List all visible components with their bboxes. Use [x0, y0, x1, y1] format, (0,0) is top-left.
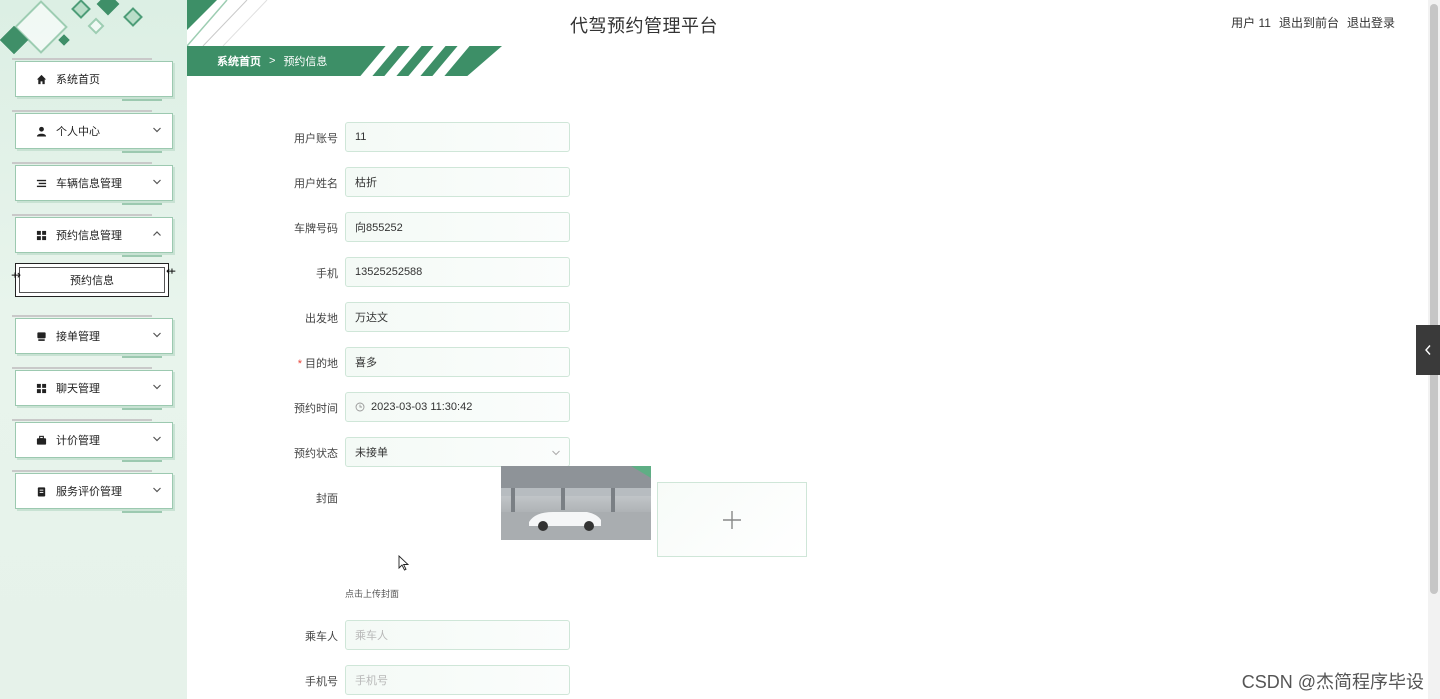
form-row-phone: 手机 13525252588: [187, 257, 787, 287]
sidebar-item-pricing[interactable]: 计价管理: [12, 419, 173, 462]
decor-square: [87, 17, 105, 35]
breadcrumb-current: 预约信息: [283, 56, 328, 68]
passenger-label: 乘车人: [305, 631, 338, 643]
form-row-account: 用户账号 11: [187, 122, 787, 152]
list-icon: [35, 177, 47, 189]
destination-label: * 目的地: [297, 358, 338, 370]
upload-cover-button[interactable]: [657, 482, 807, 557]
grid-icon: [35, 382, 47, 394]
phone-field[interactable]: 13525252588: [345, 257, 570, 287]
front-link[interactable]: 退出到前台: [1279, 14, 1339, 31]
mouse-cursor-icon: [398, 555, 410, 571]
name-field[interactable]: 枯折: [345, 167, 570, 197]
briefcase-icon: [35, 434, 47, 446]
status-select[interactable]: 未接单: [345, 437, 570, 467]
chevron-down-icon: [153, 127, 161, 133]
datetime-picker[interactable]: 2023-03-03 11:30:42: [345, 392, 570, 422]
upload-hint: 点击上传封面: [345, 589, 400, 599]
home-icon: [35, 73, 47, 85]
breadcrumb-separator: >: [269, 55, 276, 67]
chevron-down-icon: [153, 384, 161, 390]
sidebar-item-label: 车辆信息管理: [56, 178, 122, 190]
watermark: CSDN @杰简程序毕设: [1241, 672, 1424, 692]
sidebar-subitem-reservation-info[interactable]: ⇸ 预约信息 ⇷: [11, 263, 176, 297]
arrow-right-icon: ⇸: [11, 268, 22, 282]
origin-field[interactable]: 万达文: [345, 302, 570, 332]
mobile-label: 手机号: [305, 676, 338, 688]
plus-icon: [723, 510, 741, 529]
form-row-time: 预约时间 2023-03-03 11:30:42: [187, 392, 787, 422]
arrow-left-icon: ⇷: [165, 264, 176, 278]
mobile-input[interactable]: 手机号: [345, 665, 570, 695]
form-row-status: 预约状态 未接单: [187, 437, 787, 467]
account-field[interactable]: 11: [345, 122, 570, 152]
status-value: 未接单: [355, 447, 388, 459]
decor-square: [71, 0, 91, 19]
archive-icon: [35, 330, 47, 342]
grid-icon: [35, 229, 47, 241]
name-label: 用户姓名: [294, 178, 338, 190]
top-links: 用户 11 退出到前台 退出登录: [1231, 14, 1395, 31]
breadcrumb: 系统首页 > 预约信息: [187, 46, 502, 76]
decor-square: [96, 0, 120, 16]
form-row-plate: 车牌号码 向855252: [187, 212, 787, 242]
sidebar-item-label: 聊天管理: [56, 383, 100, 395]
decor-square: [58, 34, 70, 46]
sidebar-item-chat[interactable]: 聊天管理: [12, 367, 173, 410]
form-row-origin: 出发地 万达文: [187, 302, 787, 332]
cover-label: 封面: [316, 493, 338, 505]
breadcrumb-home[interactable]: 系统首页: [217, 53, 261, 69]
clock-icon: [355, 402, 365, 412]
cover-image-preview[interactable]: [501, 466, 651, 540]
page-title: 代驾预约管理平台: [570, 16, 718, 36]
origin-label: 出发地: [305, 313, 338, 325]
sidebar-item-label: 计价管理: [56, 435, 100, 447]
chevron-left-icon: [1425, 345, 1431, 355]
status-label: 预约状态: [294, 448, 338, 460]
sidebar-item-label: 个人中心: [56, 126, 100, 138]
sidebar-item-label: 系统首页: [56, 74, 100, 86]
chevron-down-icon: [153, 179, 161, 185]
sidebar-item-home[interactable]: 系统首页: [12, 58, 173, 101]
chevron-up-icon: [153, 231, 161, 236]
phone-label: 手机: [316, 268, 338, 280]
sidebar-item-label: 预约信息管理: [56, 230, 122, 242]
plate-label: 车牌号码: [294, 223, 338, 235]
passenger-input[interactable]: 乘车人: [345, 620, 570, 650]
chevron-down-icon: [153, 436, 161, 442]
form-row-mobile: 手机号 手机号: [187, 665, 787, 695]
header-decoration: [187, 0, 268, 46]
sidebar-item-orders[interactable]: 接单管理: [12, 315, 173, 358]
form-row-destination: * 目的地 喜多: [187, 347, 787, 377]
decor-square: [123, 7, 143, 27]
sidebar-item-profile[interactable]: 个人中心: [12, 110, 173, 153]
time-label: 预约时间: [294, 403, 338, 415]
sidebar-item-reservations[interactable]: 预约信息管理: [12, 214, 173, 257]
destination-field[interactable]: 喜多: [345, 347, 570, 377]
form-row-passenger: 乘车人 乘车人: [187, 620, 787, 650]
user-icon: [35, 125, 47, 137]
clipboard-icon: [35, 485, 47, 497]
sidebar-item-label: 接单管理: [56, 331, 100, 343]
side-drawer-toggle[interactable]: [1416, 325, 1440, 375]
logout-link[interactable]: 退出登录: [1347, 14, 1395, 31]
chevron-down-icon: [153, 332, 161, 338]
datetime-value: 2023-03-03 11:30:42: [371, 401, 473, 413]
required-mark: *: [297, 358, 302, 370]
sidebar-item-vehicles[interactable]: 车辆信息管理: [12, 162, 173, 205]
form-row-name: 用户姓名 枯折: [187, 167, 787, 197]
car-photo: [501, 466, 651, 540]
account-label: 用户账号: [294, 133, 338, 145]
plate-field[interactable]: 向855252: [345, 212, 570, 242]
scrollbar-thumb[interactable]: [1430, 4, 1438, 594]
sidebar-item-label: 服务评价管理: [56, 486, 122, 498]
chevron-down-icon: [153, 487, 161, 493]
sidebar-item-reviews[interactable]: 服务评价管理: [12, 470, 173, 513]
chevron-down-icon: [552, 450, 560, 456]
topbar: 代驾预约管理平台 用户 11 退出到前台 退出登录: [187, 0, 1427, 46]
sidebar: 系统首页 个人中心 车辆信息管理 预约信息管理 ⇸ 预约信息 ⇷ 接单管理 聊天…: [0, 0, 187, 699]
sidebar-subitem-label: 预约信息: [70, 275, 114, 287]
user-label: 用户 11: [1231, 16, 1271, 30]
